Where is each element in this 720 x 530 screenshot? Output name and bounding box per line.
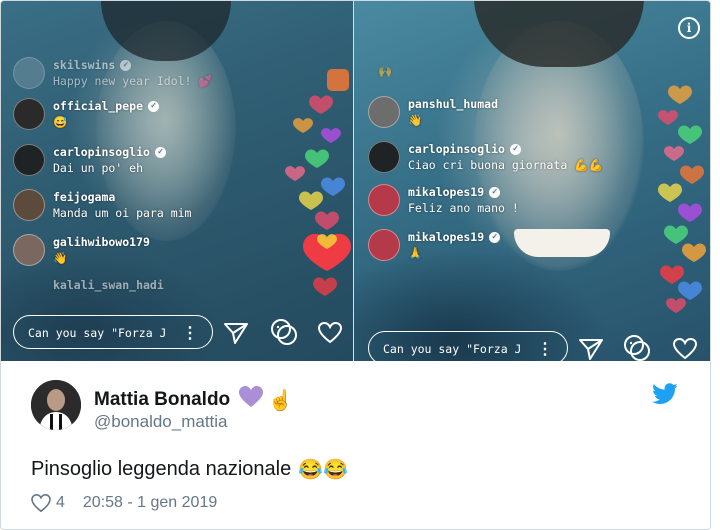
- embedded-tweet-card: skilswins ✓ Happy new year Idol! 💕 offici…: [0, 0, 711, 530]
- commenter-avatar: [368, 229, 400, 261]
- live-comment: kalali_swan_hadi: [13, 277, 164, 293]
- live-video-left: skilswins ✓ Happy new year Idol! 💕 offici…: [1, 1, 353, 361]
- face-filter-icon[interactable]: [622, 333, 652, 361]
- waving-hand-icon: 👋: [53, 251, 68, 265]
- live-comment: panshul_humad 👋: [368, 96, 498, 128]
- live-comment: skilswins ✓ Happy new year Idol! 💕: [13, 57, 213, 89]
- purple-heart-icon: [238, 385, 264, 415]
- tweet-body: Mattia Bonaldo ☝️ @bonaldo_mattia Pinsog…: [1, 361, 710, 529]
- tweet-text-row: Pinsoglio leggenda nazionale 😂 😂: [31, 457, 348, 482]
- like-count[interactable]: 4: [56, 494, 65, 512]
- verified-badge-icon: ✓: [489, 231, 501, 243]
- more-options-icon[interactable]: ⋮: [182, 316, 198, 350]
- live-comment: mikalopes19 ✓ Feliz ano mano !: [368, 184, 519, 216]
- comment-text: Feliz ano mano !: [408, 201, 519, 215]
- commenter-avatar: [368, 141, 400, 173]
- verified-badge-icon: ✓: [120, 59, 132, 71]
- comment-username: mikalopes19: [408, 185, 485, 199]
- commenter-avatar: [368, 96, 400, 128]
- comment-username: skilswins: [53, 58, 116, 72]
- live-comment: carlopinsoglio ✓ Dai un po' eh: [13, 144, 166, 176]
- comment-input-placeholder: Can you say "Forza J: [28, 326, 167, 340]
- send-icon[interactable]: [223, 321, 249, 345]
- more-options-icon[interactable]: ⋮: [537, 332, 553, 361]
- commenter-avatar: [13, 234, 45, 266]
- reaction-icon: 🙌: [378, 64, 393, 78]
- person-smile: [514, 229, 610, 257]
- author-avatar[interactable]: [31, 380, 81, 430]
- tweet-meta: 4 20:58 - 1 gen 2019: [31, 494, 217, 512]
- verified-badge-icon: ✓: [154, 146, 166, 158]
- waving-hand-icon: 👋: [408, 113, 423, 127]
- author-name-row[interactable]: Mattia Bonaldo ☝️: [94, 385, 293, 415]
- author-handle[interactable]: @bonaldo_mattia: [94, 412, 228, 432]
- comment-username: carlopinsoglio: [408, 142, 505, 156]
- comment-text: Ciao cri buona giornata: [408, 158, 568, 172]
- flexed-biceps-icon: 💪💪: [574, 158, 603, 172]
- comment-input-placeholder: Can you say "Forza J: [383, 342, 522, 356]
- comment-username: official_pepe: [53, 99, 144, 113]
- face-filter-icon[interactable]: [269, 317, 299, 347]
- heart-outline-icon[interactable]: [672, 337, 698, 361]
- commenter-avatar: [13, 57, 45, 89]
- tweet-media[interactable]: skilswins ✓ Happy new year Idol! 💕 offici…: [1, 1, 710, 361]
- comment-input[interactable]: Can you say "Forza J ⋮: [368, 331, 568, 361]
- verified-badge-icon: ✓: [148, 100, 160, 112]
- live-comment: 🙌: [368, 63, 392, 79]
- comment-text: Manda um oi para mim: [53, 206, 192, 220]
- comment-username: mikalopes19: [408, 230, 485, 244]
- comment-username: kalali_swan_hadi: [53, 278, 164, 292]
- live-comment: official_pepe ✓ 😅: [13, 98, 160, 130]
- folded-hands-icon: 🙏: [408, 246, 423, 260]
- twitter-bird-icon[interactable]: [652, 383, 678, 405]
- heart-outline-icon[interactable]: [317, 321, 343, 345]
- face-with-tears-of-joy-icon: 😂: [298, 459, 324, 481]
- commenter-avatar: [13, 189, 45, 221]
- floating-hearts: [285, 69, 351, 296]
- comment-username: feijogama: [53, 190, 116, 204]
- author-name[interactable]: Mattia Bonaldo: [94, 389, 230, 411]
- live-video-right: i 🙌 panshul_humad 👋 carlopinsoglio ✓ Ciao…: [354, 1, 710, 361]
- index-pointing-up-icon: ☝️: [268, 389, 294, 412]
- floating-hearts: [658, 85, 706, 313]
- like-heart-icon[interactable]: [31, 494, 51, 512]
- commenter-avatar: [13, 144, 45, 176]
- live-comment: mikalopes19 ✓ 🙏: [368, 229, 501, 261]
- comment-input[interactable]: Can you say "Forza J ⋮: [13, 315, 213, 349]
- comment-text: Happy new year Idol!: [53, 74, 192, 88]
- tweet-text: Pinsoglio leggenda nazionale: [31, 458, 292, 480]
- grinning-face-icon: 😅: [53, 115, 68, 129]
- live-comment: carlopinsoglio ✓ Ciao cri buona giornata …: [368, 141, 603, 173]
- commenter-avatar: [13, 98, 45, 130]
- commenter-avatar: [368, 184, 400, 216]
- comment-username: galihwibowo179: [53, 235, 150, 249]
- face-with-tears-of-joy-icon: 😂: [323, 459, 349, 481]
- tweet-timestamp[interactable]: 20:58 - 1 gen 2019: [83, 494, 217, 512]
- hearts-emoji-icon: 💕: [198, 74, 213, 88]
- verified-badge-icon: ✓: [489, 186, 501, 198]
- live-comment: feijogama Manda um oi para mim: [13, 189, 191, 221]
- verified-badge-icon: ✓: [509, 143, 521, 155]
- comment-username: carlopinsoglio: [53, 145, 150, 159]
- live-comment: galihwibowo179 👋: [13, 234, 150, 266]
- info-icon[interactable]: i: [678, 17, 700, 39]
- send-icon[interactable]: [578, 337, 604, 361]
- comment-username: panshul_humad: [408, 97, 499, 111]
- comment-text: Dai un po' eh: [53, 161, 144, 175]
